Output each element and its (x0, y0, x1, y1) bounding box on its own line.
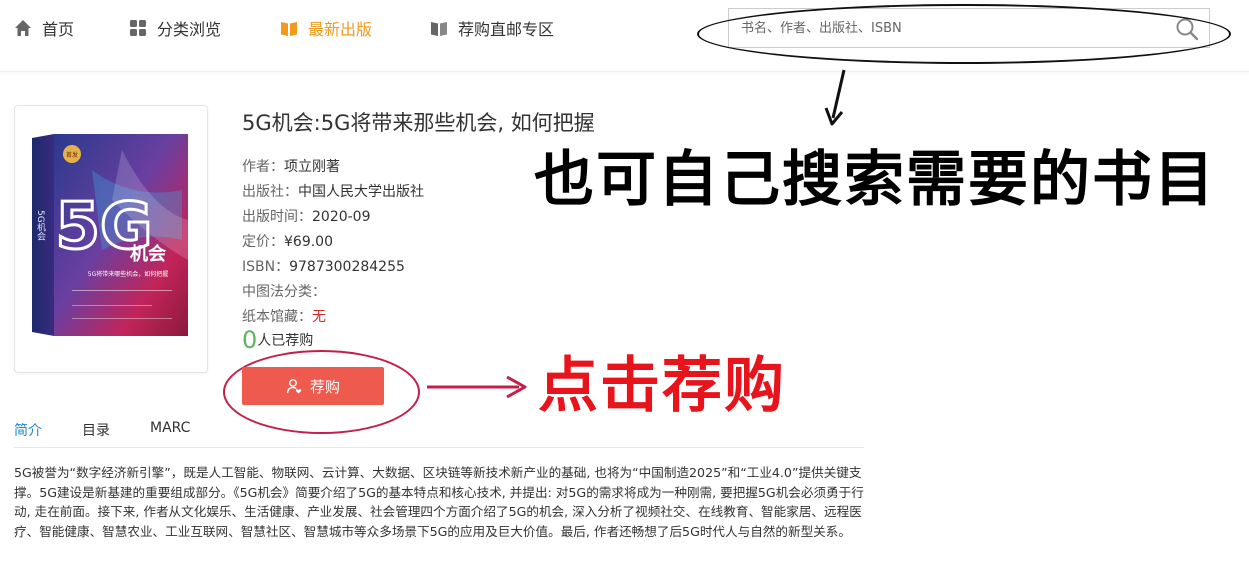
tab-contents[interactable]: 目录 (82, 420, 110, 440)
search-box (728, 8, 1210, 48)
svg-text:5G将带来哪些机会，如何把握: 5G将带来哪些机会，如何把握 (88, 270, 168, 278)
book-icon (431, 22, 447, 36)
book-title: 5G机会:5G将带来那些机会, 如何把握 (242, 111, 595, 135)
tab-marc[interactable]: MARC (150, 420, 190, 436)
svg-text:首发: 首发 (66, 151, 78, 159)
info-date: 出版时间：2020-09 (242, 206, 371, 226)
info-date-label: 出版时间： (242, 209, 312, 225)
top-navigation-bar: 首页 分类浏览 最新出版 荐购直邮专区 (0, 0, 1249, 72)
recommend-button-label: 荐购 (309, 377, 340, 396)
recommend-count-suffix: 人已荐购 (257, 333, 314, 349)
book-cover-image[interactable]: 首发 5G机会 5G 机会 5G将带来哪些机会，如何把握 (32, 130, 192, 340)
search-input[interactable] (741, 9, 1161, 47)
book-description: 5G被誉为“数字经济新引擎”，既是人工智能、物联网、云计算、大数据、区块链等新技… (14, 465, 864, 539)
info-publisher-label: 出版社： (242, 184, 298, 200)
info-author-value[interactable]: 项立刚著 (284, 159, 340, 175)
recommend-count-number: 0 (242, 326, 258, 354)
svg-text:机会: 机会 (130, 243, 166, 265)
arrow-down-annotation (824, 69, 846, 126)
recommend-count: 0人已荐购 (242, 326, 313, 354)
search-hint-annotation: 也可自己搜索需要的书目 (534, 145, 1216, 215)
info-price: 定价：¥69.00 (242, 231, 333, 251)
info-holding: 纸本馆藏：无 (242, 306, 326, 326)
info-clc: 中图法分类： (242, 281, 326, 301)
home-icon (15, 20, 31, 36)
nav-item-recommend-mail[interactable]: 荐购直邮专区 (430, 17, 554, 39)
svg-text:5G机会: 5G机会 (35, 210, 46, 242)
recommend-button[interactable]: 荐购 (242, 367, 384, 405)
user-heart-icon (286, 379, 302, 394)
info-isbn: ISBN：9787300284255 (242, 256, 405, 276)
arrow-right-annotation (427, 375, 527, 399)
info-isbn-value: 9787300284255 (289, 259, 405, 275)
info-author-label: 作者： (242, 159, 284, 175)
grid-icon (130, 20, 146, 36)
nav-item-new-releases[interactable]: 最新出版 (280, 17, 372, 39)
nav-item-home[interactable]: 首页 (14, 17, 74, 39)
info-publisher: 出版社：中国人民大学出版社 (242, 181, 424, 201)
nav-item-home-label: 首页 (42, 20, 75, 39)
info-date-value: 2020-09 (312, 209, 371, 225)
info-author: 作者：项立刚著 (242, 156, 340, 176)
info-price-label: 定价： (242, 234, 284, 250)
open-book-icon (281, 22, 297, 36)
nav-item-recommend-mail-label: 荐购直邮专区 (458, 20, 555, 39)
tab-summary[interactable]: 简介 (14, 420, 42, 440)
info-holding-value: 无 (312, 309, 326, 325)
nav-item-new-releases-label: 最新出版 (308, 20, 373, 39)
search-icon[interactable] (1175, 17, 1199, 41)
detail-tabs: 简介 目录 MARC (14, 410, 864, 448)
info-publisher-value[interactable]: 中国人民大学出版社 (298, 184, 424, 200)
info-clc-label: 中图法分类： (242, 284, 326, 300)
nav-item-category-browse-label: 分类浏览 (157, 20, 222, 39)
info-isbn-label: ISBN： (242, 259, 290, 275)
info-price-value: ¥69.00 (284, 234, 333, 250)
nav-item-category-browse[interactable]: 分类浏览 (129, 17, 221, 39)
info-holding-label: 纸本馆藏： (242, 309, 312, 325)
